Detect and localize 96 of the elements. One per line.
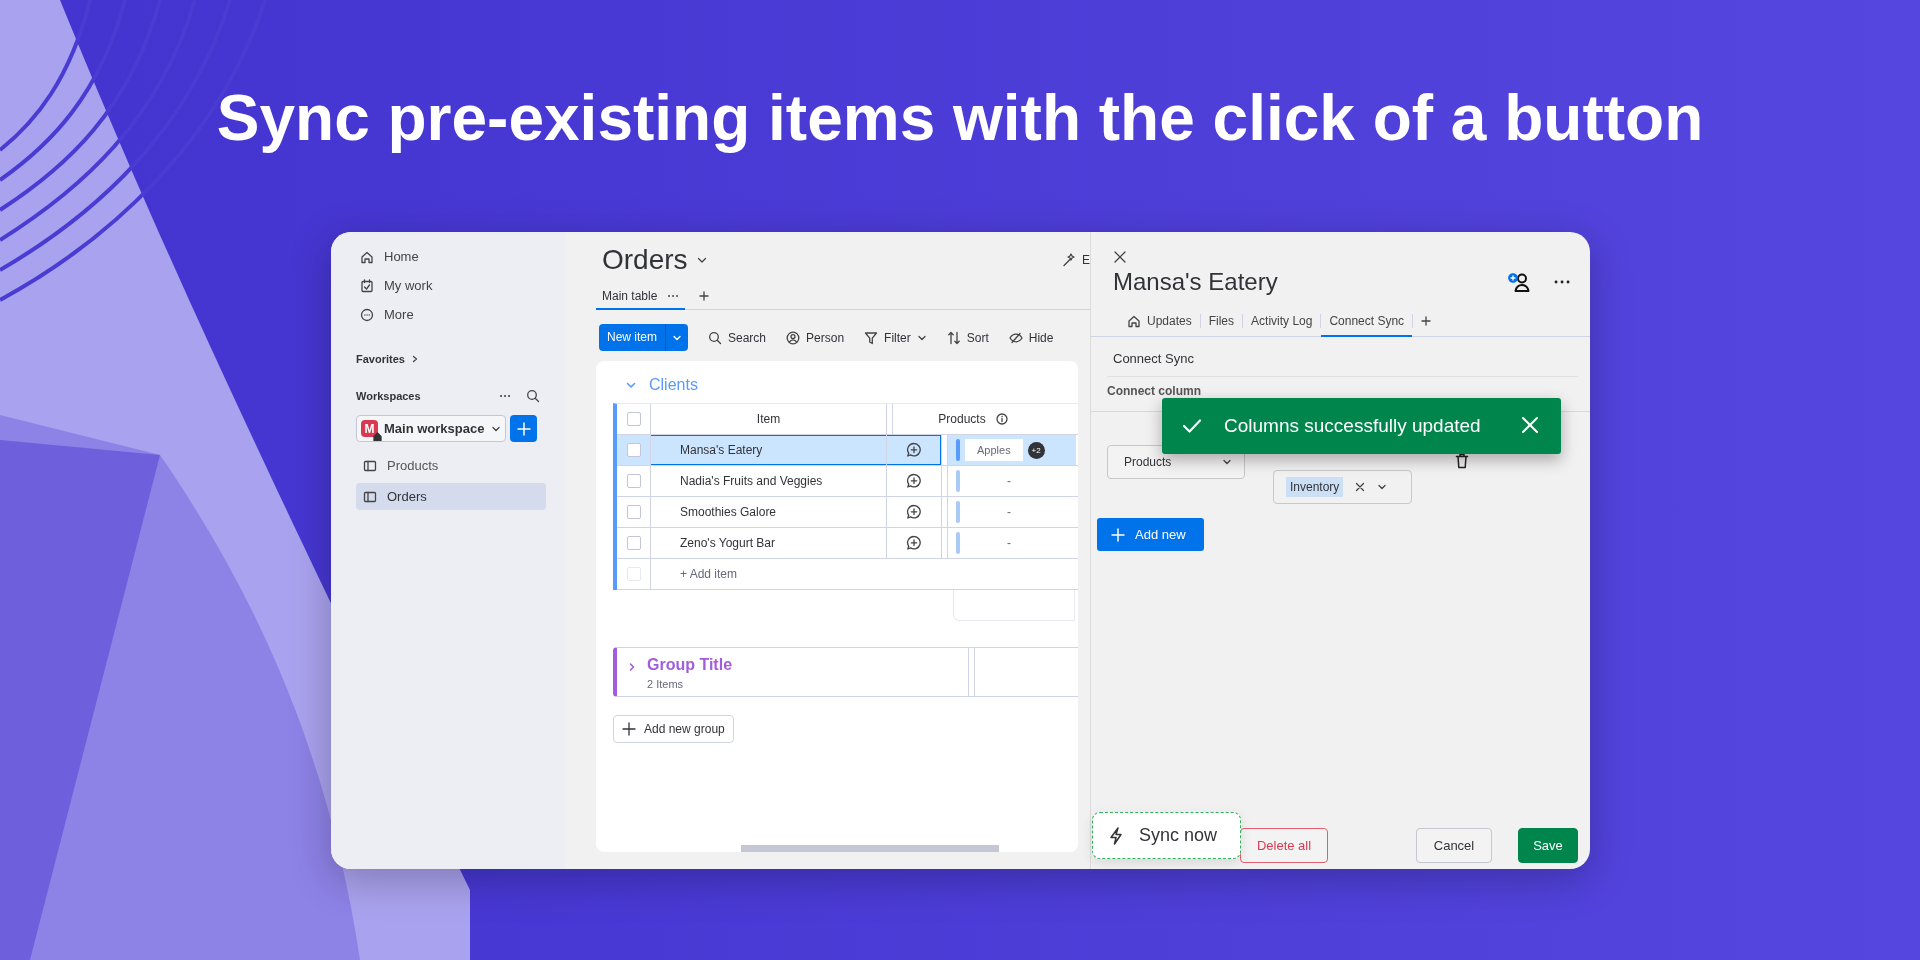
selected-tag: Inventory: [1286, 477, 1344, 497]
cell-marker: [956, 532, 960, 554]
view-tab[interactable]: Main table: [596, 283, 686, 310]
table-cell-text: -: [1006, 536, 1012, 550]
board-item[interactable]: Products: [356, 452, 546, 479]
toolbar-button[interactable]: Hide: [1008, 330, 1054, 345]
more-icon[interactable]: [1554, 279, 1570, 285]
plus-icon: [1111, 527, 1125, 542]
clear-icon[interactable]: [1355, 482, 1366, 492]
panel-tab[interactable]: Connect Sync: [1321, 306, 1413, 337]
trash-icon[interactable]: [1455, 453, 1469, 469]
chevron-down-icon: [1222, 457, 1232, 467]
info-icon: [995, 413, 1008, 425]
product-tag: Apples: [965, 439, 1023, 461]
save-button[interactable]: Save: [1518, 828, 1578, 863]
delete-all-button[interactable]: Delete all: [1240, 828, 1328, 863]
item-count: 2 Items: [647, 678, 685, 690]
collapsed-group[interactable]: Group Title 2 Items: [613, 647, 1078, 697]
panel-tab[interactable]: Updates: [1119, 306, 1200, 337]
plus-icon: [622, 722, 636, 736]
add-new-button[interactable]: Add new: [1097, 518, 1204, 551]
plus-icon[interactable]: [699, 291, 710, 301]
nav-item[interactable]: More: [356, 300, 414, 329]
close-icon: [1521, 416, 1539, 434]
item-cell[interactable]: Mansa's Eatery: [651, 435, 887, 465]
panel-tab[interactable]: Files: [1200, 306, 1243, 337]
home-icon: [360, 249, 374, 264]
add-person-icon[interactable]: [1508, 271, 1532, 293]
close-button[interactable]: [1521, 416, 1541, 436]
toolbar-label: E: [1082, 253, 1090, 267]
table-cell-text: -: [1006, 474, 1012, 488]
cell-marker: [956, 439, 960, 461]
board-icon: [363, 458, 377, 473]
toolbar-button[interactable]: Person: [786, 330, 845, 345]
workspace-dropdown[interactable]: M Main workspace: [356, 415, 506, 442]
nav-item[interactable]: Home: [356, 242, 419, 271]
column-header: Item: [651, 404, 887, 434]
toolbar-button[interactable]: Filter: [864, 330, 927, 345]
success-toast: Columns successfully updated: [1162, 398, 1561, 454]
column-header: Products: [938, 412, 986, 426]
add-update-icon[interactable]: [906, 442, 922, 458]
add-group-button[interactable]: Add new group: [613, 715, 734, 743]
sort-icon: [946, 330, 961, 345]
multi-select-field[interactable]: Inventory: [1273, 470, 1412, 504]
check-icon: [1182, 418, 1202, 434]
board-title: Orders: [602, 244, 688, 276]
group-title: Group Title: [647, 656, 733, 674]
close-icon: [1113, 250, 1127, 264]
search-icon: [708, 330, 722, 345]
toolbar-button[interactable]: Sort: [946, 330, 989, 345]
item-cell[interactable]: Zeno's Yogurt Bar: [651, 528, 887, 558]
board-item[interactable]: Orders: [356, 483, 546, 510]
new-item-button[interactable]: New item: [599, 324, 688, 351]
add-update-icon[interactable]: [906, 473, 922, 489]
add-button[interactable]: [510, 415, 537, 442]
item-title: Mansa's Eatery: [1113, 268, 1279, 296]
checkbox[interactable]: [626, 412, 641, 426]
table-cell-text: -: [1006, 505, 1012, 519]
add-item-link[interactable]: + Add item: [680, 567, 738, 581]
magic-wand-icon[interactable]: [1062, 253, 1076, 267]
home-icon: [1127, 313, 1141, 328]
checkbox[interactable]: [626, 443, 641, 457]
more-icon: [360, 307, 374, 322]
cell-marker: [956, 501, 960, 523]
checkbox[interactable]: [626, 505, 641, 519]
section-title: Connect Sync: [1107, 341, 1578, 377]
search-icon[interactable]: [526, 389, 540, 403]
chevron-down-icon: [1377, 482, 1388, 492]
board-icon: [363, 489, 377, 504]
close-button[interactable]: [1113, 250, 1127, 264]
sync-now-button[interactable]: Sync now: [1092, 812, 1241, 859]
calendar-check-icon: [360, 278, 374, 293]
add-update-icon[interactable]: [906, 504, 922, 520]
column-header: Connect column: [1107, 384, 1201, 398]
plus-icon: [516, 421, 531, 436]
add-update-icon[interactable]: [906, 535, 922, 551]
checkbox[interactable]: [626, 536, 641, 550]
chevron-right-icon: [410, 355, 419, 363]
nav-item[interactable]: My work: [356, 271, 433, 300]
item-cell[interactable]: Nadia's Fruits and Veggies: [651, 466, 887, 496]
favorites-link[interactable]: Favorites: [356, 349, 565, 369]
section-label: Workspaces: [356, 390, 422, 402]
cell-marker: [956, 470, 960, 492]
lightning-icon: [1109, 826, 1123, 845]
chevron-right-icon: [627, 662, 637, 672]
filter-icon: [864, 330, 879, 345]
plus-icon[interactable]: [1421, 316, 1432, 326]
item-cell[interactable]: Smoothies Galore: [651, 497, 887, 527]
person-icon: [786, 330, 801, 345]
checkbox[interactable]: [626, 474, 641, 488]
cancel-button[interactable]: Cancel: [1416, 828, 1492, 863]
toolbar-button[interactable]: Search: [708, 330, 767, 345]
panel-tab[interactable]: Activity Log: [1243, 306, 1321, 337]
hidden-eye-icon: [1008, 330, 1023, 345]
count-badge: +2: [1027, 441, 1045, 459]
home-badge-icon: [373, 432, 382, 441]
